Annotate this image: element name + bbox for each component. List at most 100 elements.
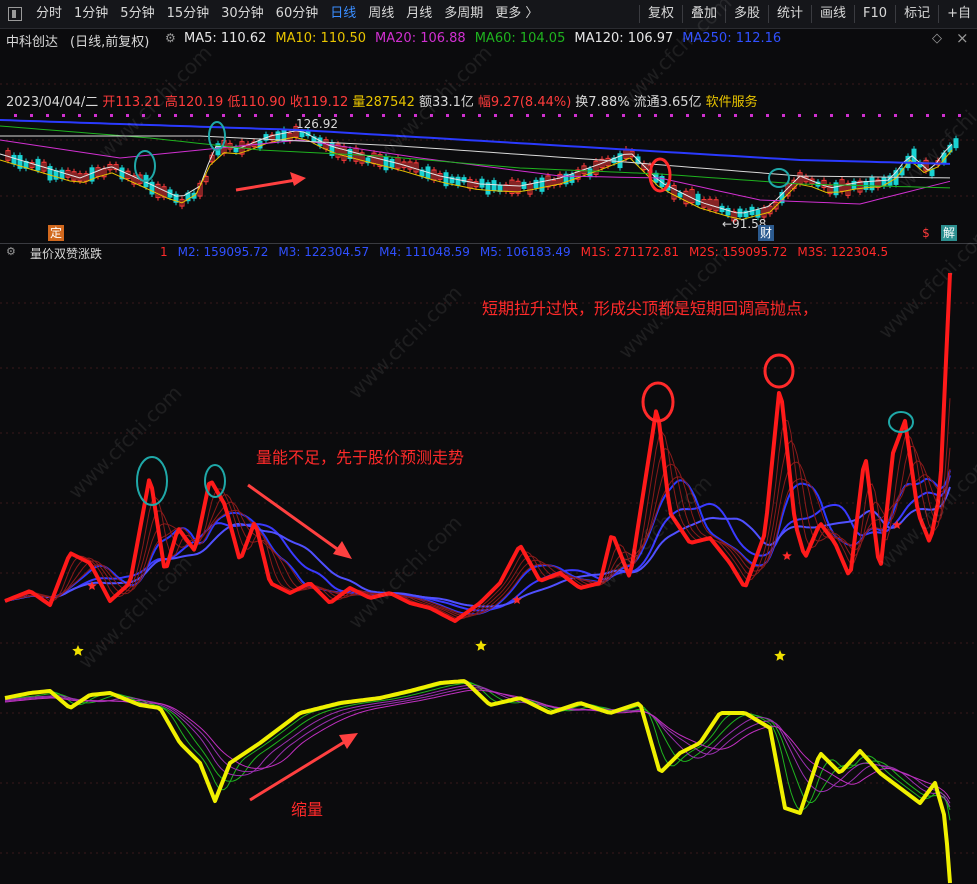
signal-star: [512, 595, 522, 604]
candle-body: [299, 131, 305, 138]
signal-dot: [126, 114, 129, 117]
signal-dot: [654, 114, 657, 117]
candle-body: [491, 180, 497, 191]
toolbar-separator: [638, 5, 640, 23]
ma-label-3: MA60: 104.05: [474, 31, 566, 46]
indicator-name: 量价双赞涨跌: [30, 247, 103, 261]
signal-dot: [206, 114, 209, 117]
candle-body: [11, 154, 17, 165]
period-tab-4[interactable]: 30分钟: [215, 0, 270, 28]
candle-body: [677, 192, 683, 198]
signal-dot: [526, 114, 529, 117]
period-tab-3[interactable]: 15分钟: [161, 0, 216, 28]
toolbar-button-0[interactable]: 复权: [642, 0, 680, 28]
diamond-icon[interactable]: ◇: [932, 31, 942, 46]
quote-item-8: 换7.88%: [575, 95, 630, 110]
candle-body: [389, 158, 395, 168]
signal-dot: [446, 114, 449, 117]
signal-dot: [494, 114, 497, 117]
quote-item-4: 收119.12: [289, 95, 349, 110]
signal-dot: [782, 114, 785, 117]
signal-dot: [894, 114, 897, 117]
period-tab-5[interactable]: 60分钟: [270, 0, 325, 28]
indicator-settings-icon[interactable]: ⚙: [6, 245, 16, 258]
candle-body: [533, 179, 539, 189]
marker-s[interactable]: $: [919, 225, 933, 241]
ma-label-0: MA5: 110.62: [184, 31, 267, 46]
signal-dot: [670, 114, 673, 117]
signal-dot: [606, 114, 609, 117]
signal-dot: [558, 114, 561, 117]
period-tab-9[interactable]: 多周期: [438, 0, 489, 28]
marker-jie[interactable]: 解: [941, 225, 957, 241]
toolbar-button-3[interactable]: 统计: [771, 0, 809, 28]
signal-dot: [942, 114, 945, 117]
toolbar-button-1[interactable]: 叠加: [685, 0, 723, 28]
annotation-mid: 量能不足，先于股价预测走势: [256, 448, 465, 467]
signal-dot: [190, 114, 193, 117]
toolbar-separator: [895, 5, 897, 23]
ma250-line: [0, 119, 951, 165]
signal-dot: [574, 114, 577, 117]
indicator-fan-line: [4, 398, 951, 620]
arrow-head: [339, 733, 358, 749]
toolbar-button-2[interactable]: 多股: [728, 0, 766, 28]
period-tab-6[interactable]: 日线: [324, 0, 362, 28]
arrow-shaft: [249, 739, 347, 802]
signal-dot: [78, 114, 81, 117]
candle-body: [383, 156, 389, 171]
teal-circle: [768, 168, 790, 188]
ma120-line: [0, 135, 951, 179]
marker-cai[interactable]: 财: [758, 225, 774, 241]
signal-dot: [846, 114, 849, 117]
candle-body: [53, 170, 59, 180]
price-chart[interactable]: 中科创达 (日线,前复权) ⚙ MA5: 110.62 MA10: 110.50 M…: [0, 28, 977, 243]
period-tab-8[interactable]: 月线: [400, 0, 438, 28]
period-tab-0[interactable]: 分时: [30, 0, 68, 28]
toolbar-button-7[interactable]: +自: [941, 0, 977, 28]
signal-dot: [734, 114, 737, 117]
candle-body: [929, 169, 935, 177]
toolbar-separator: [725, 5, 726, 23]
period-tab-10[interactable]: 更多 〉: [489, 0, 544, 28]
toolbar-separator: [854, 5, 856, 23]
marker-ding[interactable]: 定: [48, 225, 64, 241]
quote-item-6: 额33.1亿: [418, 95, 474, 110]
close-icon[interactable]: ×: [956, 29, 969, 47]
signal-dot: [158, 114, 161, 117]
period-tab-2[interactable]: 5分钟: [114, 0, 160, 28]
signal-dot: [718, 114, 721, 117]
signal-dot: [830, 114, 833, 117]
quote-item-2: 高120.19: [164, 95, 224, 110]
indicator-values: 1 M2: 159095.72 M3: 122304.57 M4: 111048.59…: [160, 245, 888, 259]
indicator-value-1: M2: 159095.72: [177, 245, 269, 259]
signal-dot: [798, 114, 801, 117]
signal-star: [475, 640, 487, 651]
high-label: 126.92: [296, 117, 338, 131]
annotation-bottom: 缩量: [291, 800, 324, 819]
panel-toggle-icon[interactable]: [8, 7, 22, 21]
toolbar-button-6[interactable]: 标记: [898, 0, 936, 28]
ma-label-4: MA120: 106.97: [574, 31, 674, 46]
ma5-line: [0, 130, 953, 214]
signal-dot: [14, 114, 17, 117]
signal-dot: [590, 114, 593, 117]
period-toolbar: 分时 1分钟 5分钟 15分钟 30分钟 60分钟 日线 周线 月线 多周期 更多 〉 复权 叠加 多股…: [0, 0, 977, 29]
ma-legend: MA5: 110.62 MA10: 110.50 MA20: 106.88 MA60:…: [184, 31, 781, 46]
signal-dot: [878, 114, 881, 117]
indicator-fan-line: [4, 440, 951, 618]
period-tab-1[interactable]: 1分钟: [68, 0, 114, 28]
signal-dot: [862, 114, 865, 117]
indicator-value-3: M4: 111048.59: [379, 245, 470, 259]
toolbar-button-4[interactable]: 画线: [814, 0, 852, 28]
indicator-value-0: 1: [160, 245, 168, 259]
settings-icon[interactable]: ⚙: [165, 31, 176, 45]
period-tab-7[interactable]: 周线: [362, 0, 400, 28]
toolbar-button-5[interactable]: F10: [857, 0, 893, 28]
quote-item-5: 量287542: [352, 95, 415, 110]
signal-dot: [350, 114, 353, 117]
signal-dot: [926, 114, 929, 117]
signal-dot: [94, 114, 97, 117]
signal-star: [782, 551, 792, 560]
indicator-chart[interactable]: ⚙ 量价双赞涨跌 1 M2: 159095.72 M3: 122304.57 M4: …: [0, 243, 977, 884]
